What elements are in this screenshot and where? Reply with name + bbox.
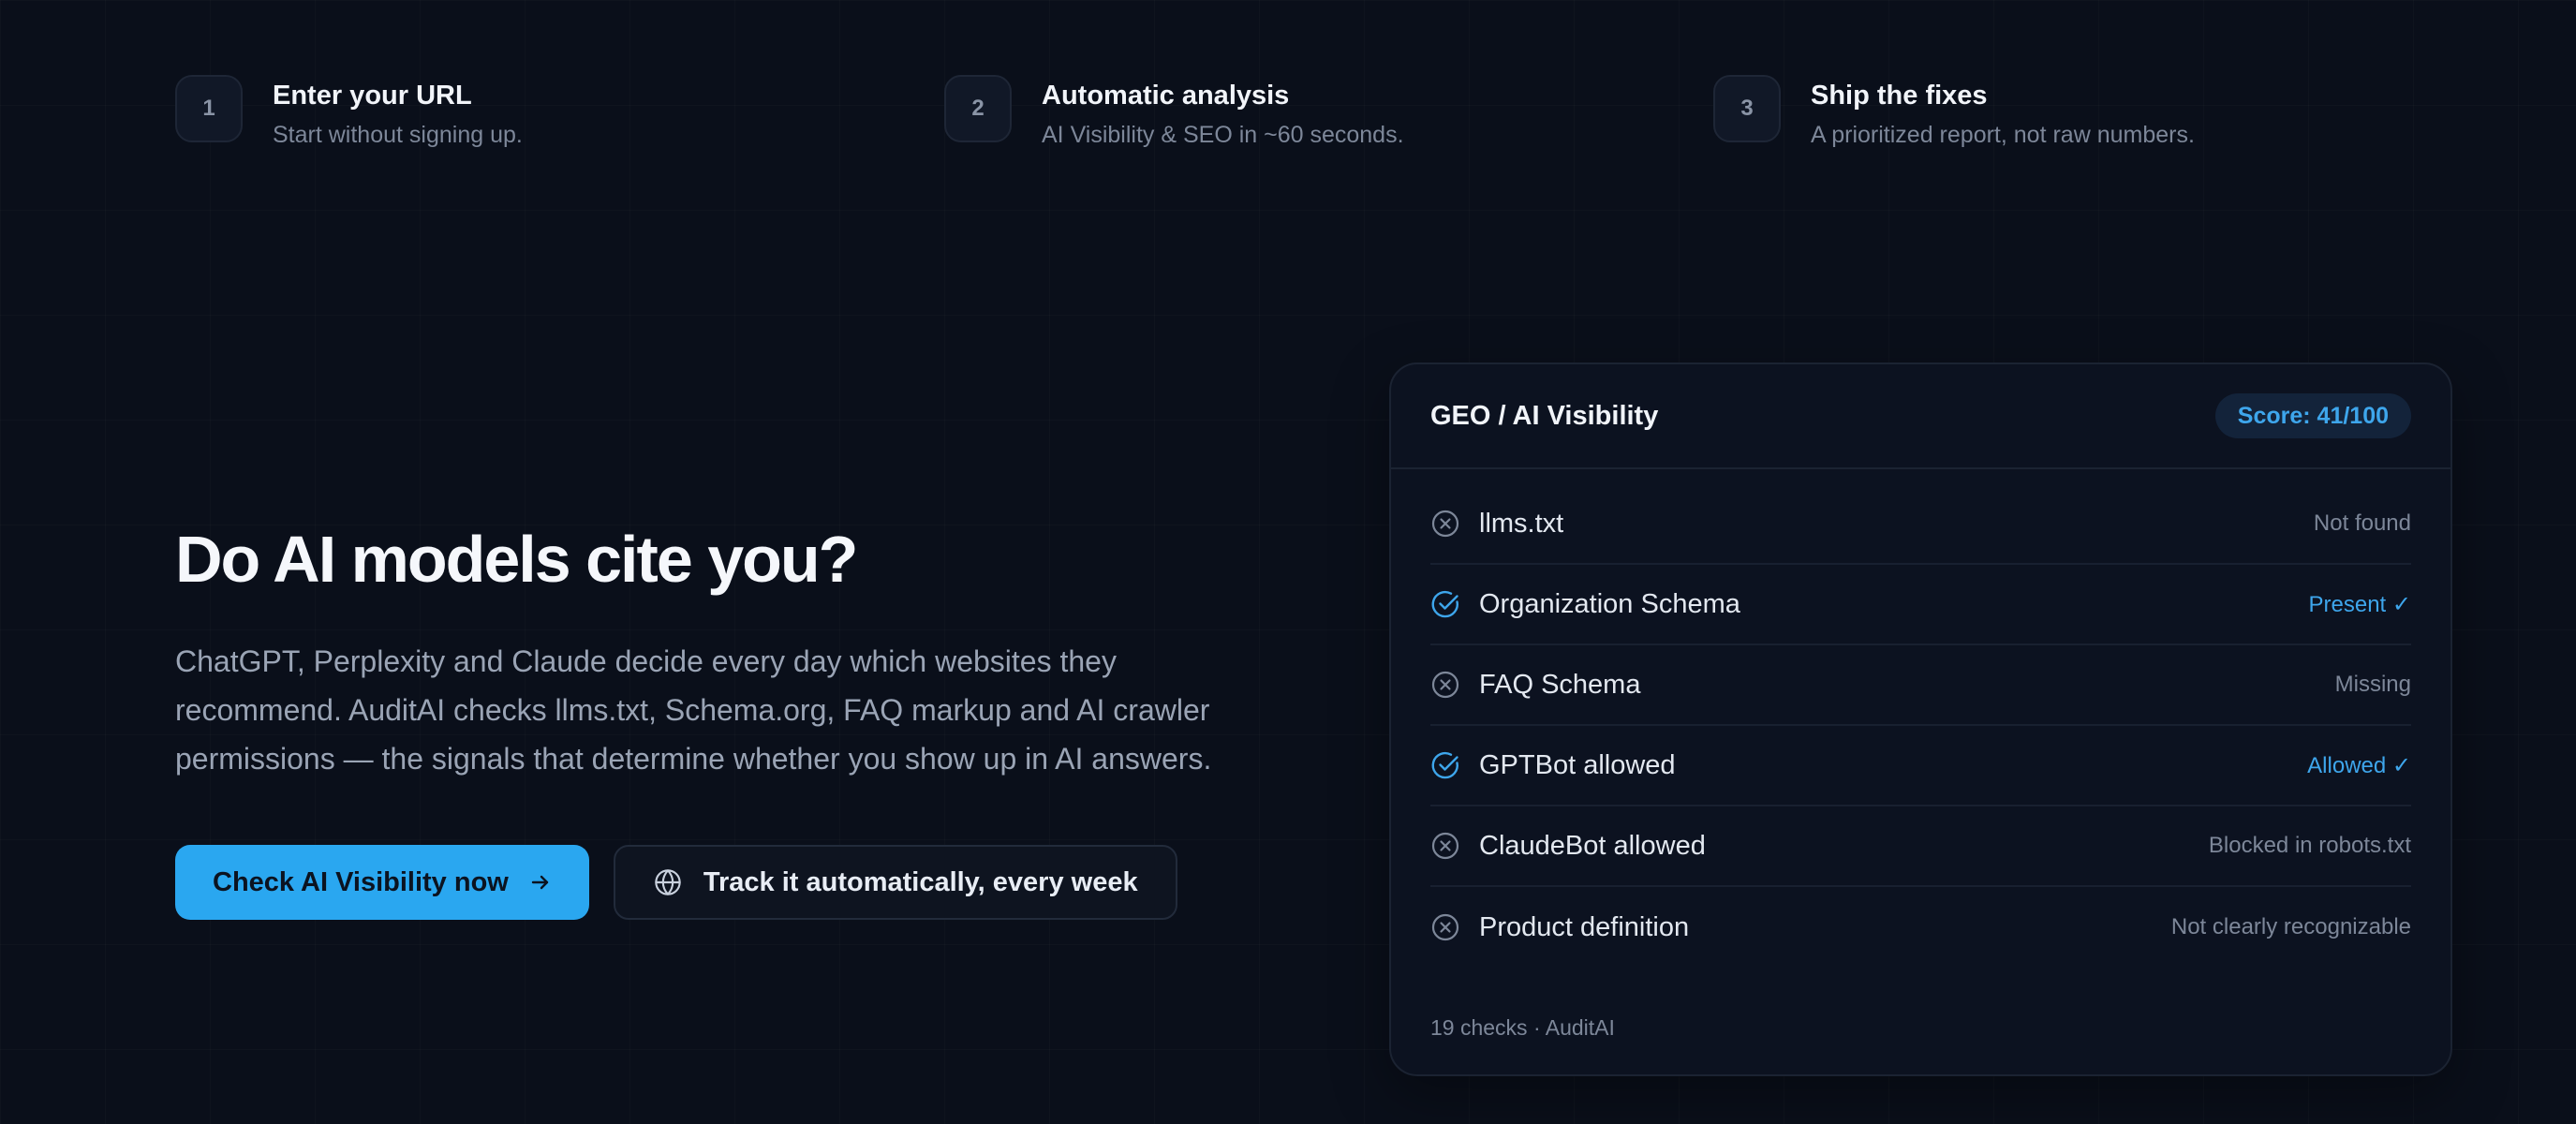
step-description: A prioritized report, not raw numbers. <box>1811 122 2195 148</box>
x-circle-icon <box>1430 912 1460 942</box>
card-title: GEO / AI Visibility <box>1430 400 1659 431</box>
step-title: Enter your URL <box>273 81 472 111</box>
check-circle-icon <box>1430 589 1460 619</box>
step-title: Automatic analysis <box>1042 81 1290 111</box>
check-circle-icon <box>1430 750 1460 780</box>
check-row: ClaudeBot allowed Blocked in robots.txt <box>1430 806 2411 887</box>
check-ai-visibility-button[interactable]: Check AI Visibility now <box>175 845 589 920</box>
x-circle-icon <box>1430 831 1460 861</box>
check-row: FAQ Schema Missing <box>1430 645 2411 726</box>
check-status: Not clearly recognizable <box>2170 914 2411 939</box>
step-title: Ship the fixes <box>1811 81 1988 111</box>
card-header: GEO / AI Visibility Score: 41/100 <box>1391 364 2450 469</box>
step-description: AI Visibility & SEO in ~60 seconds. <box>1042 122 1404 148</box>
step-1: 1 Enter your URL Start without signing u… <box>175 75 523 150</box>
cta-row: Check AI Visibility now Track it automat… <box>175 845 1177 920</box>
card-footer: 19 checks · AuditAI <box>1430 1015 1615 1040</box>
check-label: llms.txt <box>1479 508 1564 539</box>
x-circle-icon <box>1430 670 1460 700</box>
primary-cta-label: Check AI Visibility now <box>213 866 509 897</box>
globe-icon <box>653 867 683 897</box>
check-row: GPTBot allowed Allowed ✓ <box>1430 726 2411 806</box>
check-label: Organization Schema <box>1479 588 1740 619</box>
check-status: Allowed ✓ <box>2307 752 2411 778</box>
check-list: llms.txt Not found Organization Schema P… <box>1391 484 2450 968</box>
check-status: Not found <box>2313 510 2411 536</box>
check-status: Missing <box>2334 672 2411 697</box>
arrow-right-icon <box>529 871 552 894</box>
step-3: 3 Ship the fixes A prioritized report, n… <box>1713 75 2195 150</box>
check-status: Present ✓ <box>2308 591 2412 617</box>
ai-visibility-card: GEO / AI Visibility Score: 41/100 llms.t… <box>1389 362 2452 1076</box>
check-status: Blocked in robots.txt <box>2208 833 2411 858</box>
check-label: GPTBot allowed <box>1479 749 1676 780</box>
track-weekly-button[interactable]: Track it automatically, every week <box>613 845 1177 920</box>
score-badge: Score: 41/100 <box>2214 393 2411 438</box>
secondary-cta-label: Track it automatically, every week <box>703 866 1138 897</box>
hero-description: ChatGPT, Perplexity and Claude decide ev… <box>175 644 1212 776</box>
step-2: 2 Automatic analysis AI Visibility & SEO… <box>944 75 1404 150</box>
check-row: Product definition Not clearly recogniza… <box>1430 887 2411 968</box>
hero-title: Do AI models cite you? <box>175 523 858 596</box>
step-description: Start without signing up. <box>273 122 523 148</box>
steps-row: 1 Enter your URL Start without signing u… <box>175 75 2470 150</box>
check-row: Organization Schema Present ✓ <box>1430 565 2411 645</box>
step-number: 2 <box>944 75 1012 142</box>
step-number: 3 <box>1713 75 1781 142</box>
check-label: FAQ Schema <box>1479 669 1641 700</box>
step-number: 1 <box>175 75 243 142</box>
check-label: ClaudeBot allowed <box>1479 830 1706 861</box>
check-label: Product definition <box>1479 911 1690 942</box>
check-row: llms.txt Not found <box>1430 484 2411 565</box>
x-circle-icon <box>1430 509 1460 539</box>
